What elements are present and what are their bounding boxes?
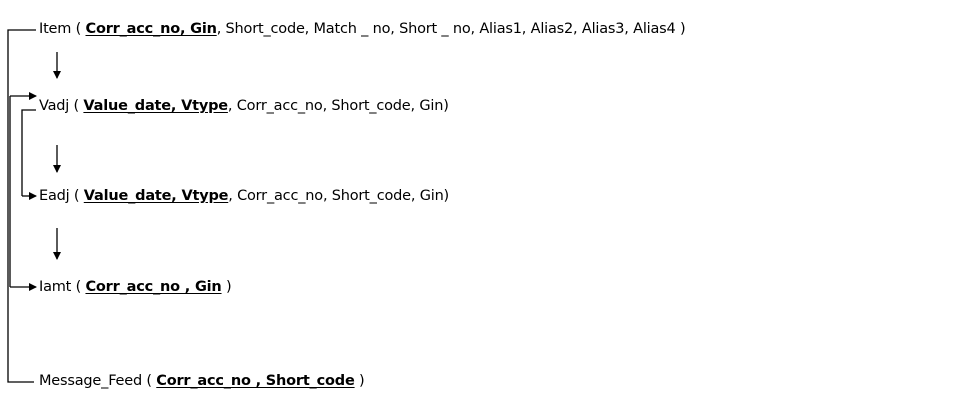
open-paren: ( (142, 373, 157, 389)
open-paren: ( (69, 188, 84, 204)
connector-item-to-message-feed (7, 29, 36, 383)
primary-key-fields: Value_date, Vtype (83, 98, 228, 114)
entity-name: Vadj (39, 98, 70, 114)
open-paren: ( (71, 279, 86, 295)
entity-vadj: Vadj ( Value_date, Vtype, Corr_acc_no, S… (39, 97, 449, 115)
open-paren: ( (69, 98, 84, 114)
entity-name: Message_Feed (39, 373, 142, 389)
other-fields: , Corr_acc_no, Short_code, Gin) (228, 188, 450, 204)
primary-key-fields: Corr_acc_no , Gin (85, 279, 222, 295)
entity-name: Eadj (39, 188, 70, 204)
other-fields: ) (221, 279, 232, 295)
other-fields: , Corr_acc_no, Short_code, Gin) (227, 98, 449, 114)
entity-name: Iamt (39, 279, 72, 295)
entity-name: Item (39, 21, 72, 37)
primary-key-fields: Value_date, Vtype (83, 188, 229, 204)
entity-item: Item ( Corr_acc_no, Gin, Short_code, Mat… (39, 20, 686, 38)
primary-key-fields: Corr_acc_no, Gin (85, 21, 217, 37)
entity-eadj: Eadj ( Value_date, Vtype, Corr_acc_no, S… (39, 187, 449, 205)
other-fields: ) (354, 373, 365, 389)
entity-message-feed: Message_Feed ( Corr_acc_no , Short_code … (39, 372, 365, 390)
primary-key-fields: Corr_acc_no , Short_code (156, 373, 355, 389)
open-paren: ( (71, 21, 86, 37)
connector-vadj-to-eadj (21, 109, 36, 196)
other-fields: , Short_code, Match _ no, Short _ no, Al… (216, 21, 686, 37)
entity-iamt: Iamt ( Corr_acc_no , Gin ) (39, 278, 232, 296)
